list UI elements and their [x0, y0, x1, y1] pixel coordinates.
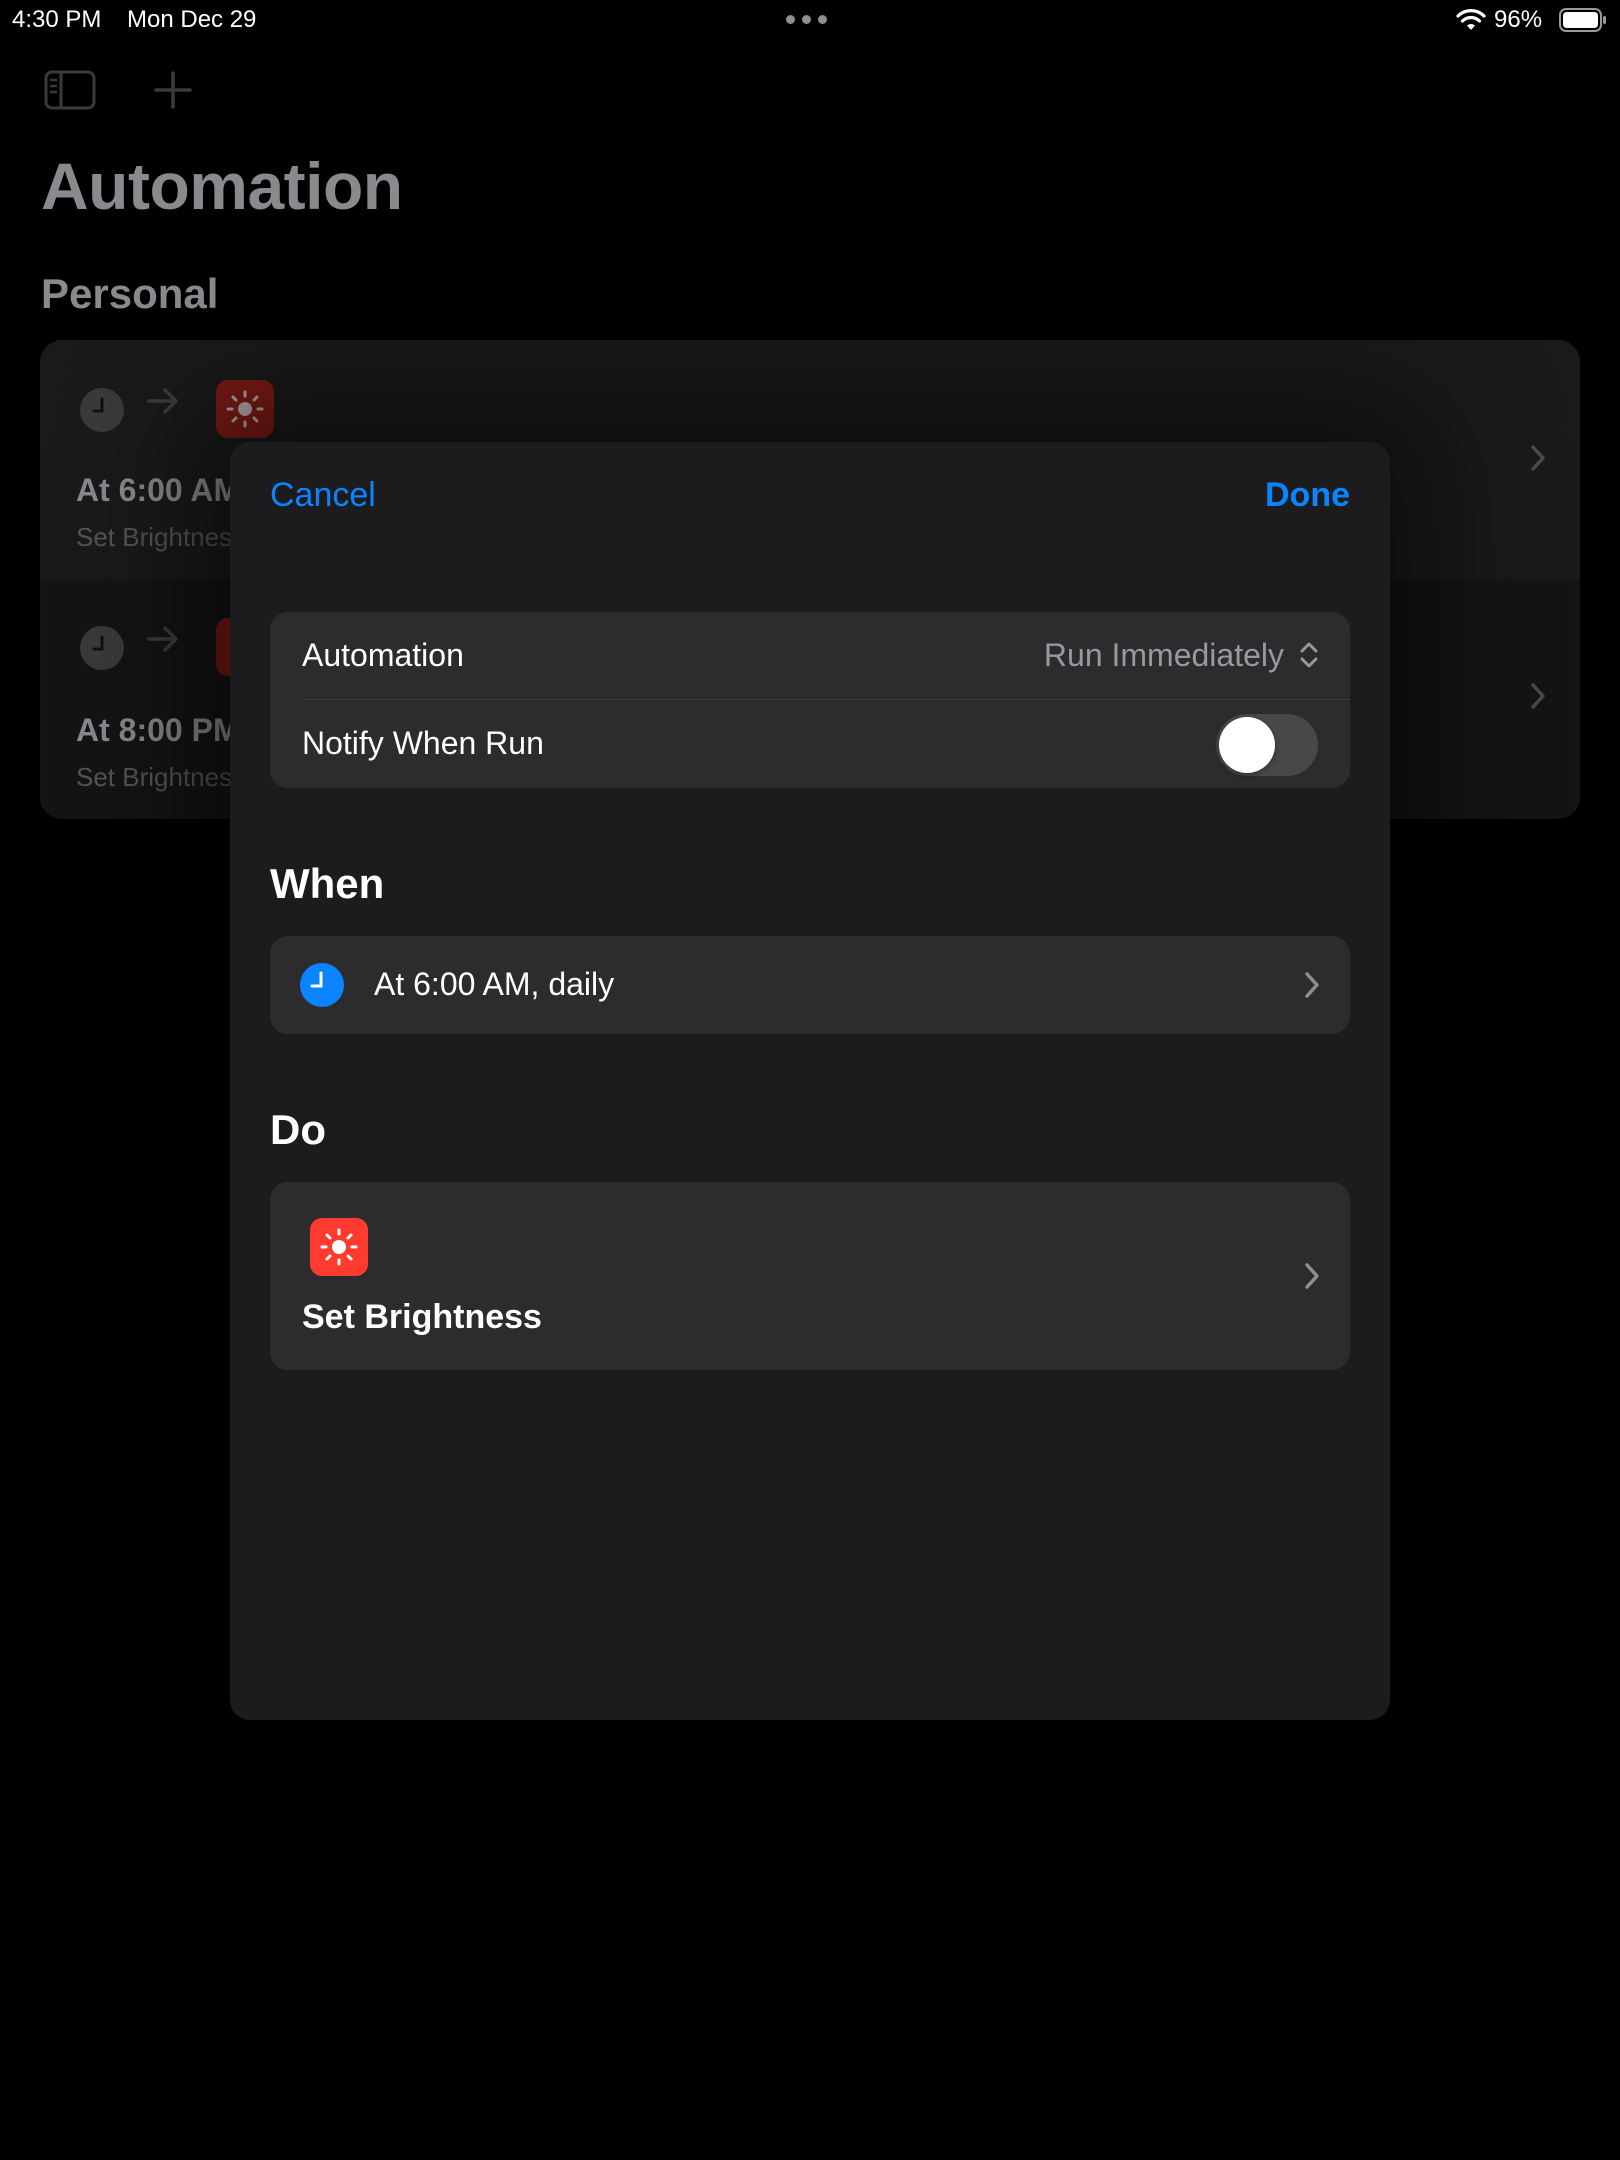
- automation-mode-value[interactable]: Run Immediately: [1044, 637, 1284, 674]
- automation-title: At 6:00 AM: [76, 472, 241, 508]
- brightness-icon: [216, 380, 274, 438]
- automation-mode-label: Automation: [302, 637, 464, 673]
- edit-automation-sheet: Cancel Done Automation Run Immediately N…: [230, 442, 1390, 1720]
- clock-icon: [80, 626, 124, 670]
- brightness-icon: [310, 1218, 368, 1276]
- toggle-knob: [1219, 717, 1275, 773]
- chevron-right-icon: [1304, 971, 1320, 1004]
- do-action-row[interactable]: Set Brightness: [270, 1182, 1350, 1370]
- automation-title: At 8:00 PM: [76, 712, 240, 748]
- page-title: Automation: [41, 149, 403, 223]
- chevron-right-icon: [1304, 1262, 1320, 1295]
- automation-subtitle: Set Brightness: [76, 762, 246, 792]
- done-button[interactable]: Done: [1265, 476, 1350, 515]
- cancel-button[interactable]: Cancel: [270, 476, 376, 515]
- clock-icon: [300, 963, 344, 1007]
- plus-icon[interactable]: [153, 70, 193, 115]
- arrow-right-icon: [146, 386, 180, 425]
- chevron-right-icon: [1530, 444, 1546, 477]
- notify-label: Notify When Run: [302, 725, 544, 761]
- trigger-label: At 6:00 AM, daily: [374, 966, 615, 1002]
- automation-subtitle: Set Brightness: [76, 522, 246, 552]
- when-heading: When: [270, 860, 385, 907]
- action-label: Set Brightness: [302, 1298, 542, 1336]
- when-trigger-row[interactable]: At 6:00 AM, daily: [270, 936, 1350, 1034]
- notify-row: Notify When Run: [270, 700, 1350, 788]
- clock-icon: [80, 388, 124, 432]
- up-down-chevron-icon: [1298, 640, 1320, 675]
- settings-group: Automation Run Immediately Notify When R…: [270, 612, 1350, 788]
- notify-toggle[interactable]: [1216, 714, 1318, 776]
- chevron-right-icon: [1530, 682, 1546, 715]
- sidebar-toggle-icon[interactable]: [44, 70, 96, 115]
- section-title: Personal: [41, 270, 219, 317]
- arrow-right-icon: [146, 624, 180, 663]
- do-heading: Do: [270, 1106, 326, 1153]
- automation-mode-row[interactable]: Automation Run Immediately: [270, 612, 1350, 700]
